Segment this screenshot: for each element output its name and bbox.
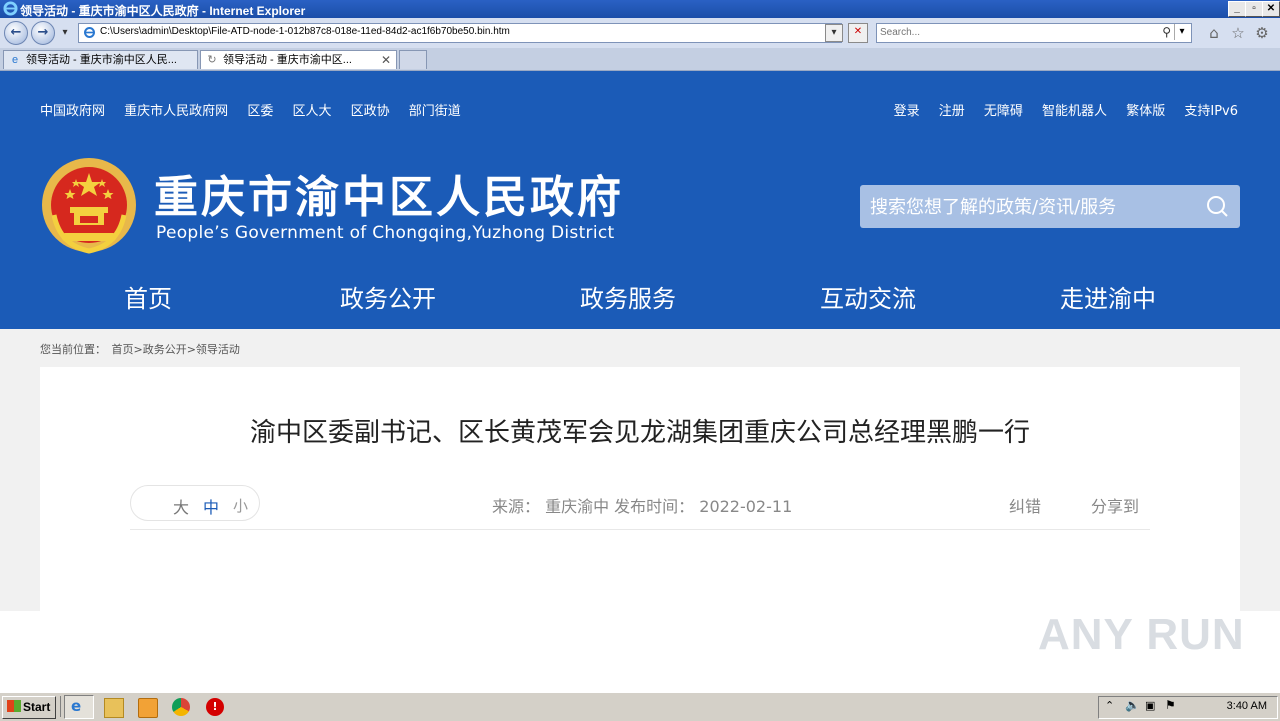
ie-page-icon: e [11,54,19,66]
article-card: 渝中区委副书记、区长黄茂军会见龙湖集团重庆公司总经理黑鹏一行 大 中 小 来源：… [40,367,1240,611]
network-icon[interactable]: ▣ [1145,699,1155,712]
windows-logo-icon [7,700,21,712]
action-center-flag-icon[interactable]: ⚑ [1165,698,1176,712]
login-link[interactable]: 登录 [894,104,920,119]
address-toolbar: ← → ▾ C:\Users\admin\Desktop\File-ATD-no… [0,18,1280,49]
register-link[interactable]: 注册 [939,104,965,119]
tab-1-label: 领导活动 - 重庆市渝中区人民... [26,54,177,66]
article-title: 渝中区委副书记、区长黄茂军会见龙湖集团重庆公司总经理黑鹏一行 [249,418,1030,448]
volume-icon[interactable]: 🔈 [1125,698,1140,712]
font-size-switcher: 大 中 小 [130,485,260,521]
favorites-star-icon[interactable]: ☆ [1230,25,1246,41]
tab-1[interactable]: e 领导活动 - 重庆市渝中区人民... [3,50,198,69]
nav-about-yuzhong[interactable]: 走进渝中 [1060,279,1156,314]
loading-icon: ↻ [207,54,217,66]
browser-search-box[interactable]: ⚲ ▾ [876,23,1192,43]
window-title: 领导活动 - 重庆市渝中区人民政府 - Internet Explorer [20,4,306,18]
back-button[interactable]: ← [4,21,28,45]
home-icon[interactable]: ⌂ [1206,25,1222,41]
site-title[interactable]: 重庆市渝中区人民政府 [154,161,624,225]
accessibility-link[interactable]: 无障碍 [984,104,1023,119]
ie-taskbar-button[interactable]: e [64,695,94,719]
link-district-npc[interactable]: 区人大 [292,104,331,119]
taskbar: Start e ! ⌃ 🔈 ▣ ⚑ 3:40 AM [0,692,1280,721]
national-emblem-icon [42,158,136,254]
breadcrumb: 您当前位置： 首页>政务公开>领导活动 [40,341,242,357]
alert-icon[interactable]: ! [206,698,224,716]
tab-2-label: 领导活动 - 重庆市渝中区... [223,54,352,66]
ie-page-icon [84,27,95,38]
history-dropdown-icon[interactable]: ▾ [57,25,73,41]
link-departments[interactable]: 部门街道 [409,104,461,119]
tab-strip: e 领导活动 - 重庆市渝中区人民... ↻ 领导活动 - 重庆市渝中区... ✕ [0,48,1280,71]
site-header: 中国政府网 重庆市人民政府网 区委 区人大 区政协 部门街道 登录 注册 无障碍… [0,71,1280,329]
site-subtitle: People’s Government of Chongqing,Yuzhong… [156,223,615,243]
tools-gear-icon[interactable]: ⚙ [1254,25,1270,41]
anyrun-watermark: ANY RUN [1038,610,1245,659]
address-dropdown-icon[interactable]: ▾ [825,24,843,42]
address-bar[interactable]: C:\Users\admin\Desktop\File-ATD-node-1-0… [78,23,842,43]
link-cq-gov[interactable]: 重庆市人民政府网 [124,104,228,119]
minimize-button[interactable]: _ [1228,1,1246,17]
chrome-icon[interactable] [172,698,190,716]
system-tray: ⌃ 🔈 ▣ ⚑ 3:40 AM [1098,696,1278,719]
breadcrumb-path[interactable]: 首页>政务公开>领导活动 [112,343,240,356]
link-district-cppcc[interactable]: 区政协 [351,104,390,119]
robot-link[interactable]: 智能机器人 [1042,104,1107,119]
ie-logo-icon [3,1,18,16]
font-small-button[interactable]: 小 [233,495,248,516]
search-icon[interactable] [1206,195,1228,217]
share-link[interactable]: 分享到 [1091,493,1139,517]
start-button[interactable]: Start [2,696,56,719]
explorer-folder-icon[interactable] [104,698,124,718]
maximize-button[interactable]: ▫ [1245,1,1263,17]
browser-search-input[interactable] [880,25,1150,39]
article-meta: 来源： 重庆渝中 发布时间： 2022-02-11 [492,497,793,516]
tab-2[interactable]: ↻ 领导活动 - 重庆市渝中区... ✕ [200,50,397,69]
main-nav: 首页 政务公开 政务服务 互动交流 走进渝中 [0,279,1280,313]
address-text: C:\Users\admin\Desktop\File-ATD-node-1-0… [100,26,510,37]
top-links-left: 中国政府网 重庆市人民政府网 区委 区人大 区政协 部门街道 [40,100,476,119]
window-titlebar: 领导活动 - 重庆市渝中区人民政府 - Internet Explorer _ … [0,0,1280,18]
clock[interactable]: 3:40 AM [1227,700,1267,712]
report-error-link[interactable]: 纠错 [1009,493,1041,517]
font-medium-button[interactable]: 中 [203,494,219,518]
tab-close-icon[interactable]: ✕ [381,51,391,69]
divider [130,529,1150,530]
nav-home[interactable]: 首页 [124,279,172,314]
link-district-committee[interactable]: 区委 [247,104,273,119]
link-gov-cn[interactable]: 中国政府网 [40,104,105,119]
ipv6-link[interactable]: 支持IPv6 [1184,104,1238,119]
search-icon[interactable]: ⚲ [1162,25,1171,39]
nav-interaction[interactable]: 互动交流 [820,279,916,314]
font-large-button[interactable]: 大 [173,494,189,518]
start-label: Start [23,700,51,714]
stop-icon[interactable]: ✕ [848,23,868,43]
nav-gov-services[interactable]: 政务服务 [580,279,676,314]
site-search-box[interactable] [860,185,1240,228]
nav-gov-affairs-open[interactable]: 政务公开 [340,279,436,314]
close-button[interactable]: ✕ [1262,1,1280,17]
new-tab-button[interactable] [399,50,427,69]
site-search-input[interactable] [870,196,1190,218]
breadcrumb-prefix: 您当前位置： [40,343,106,356]
tray-expand-icon[interactable]: ⌃ [1105,699,1114,712]
traditional-chinese-link[interactable]: 繁体版 [1126,104,1165,119]
search-dropdown-icon[interactable]: ▾ [1174,24,1189,40]
top-links-right: 登录 注册 无障碍 智能机器人 繁体版 支持IPv6 [894,100,1238,119]
forward-button[interactable]: → [31,21,55,45]
media-player-icon[interactable] [138,698,158,718]
taskbar-separator [60,696,61,717]
ie-logo-icon: e [71,697,82,715]
